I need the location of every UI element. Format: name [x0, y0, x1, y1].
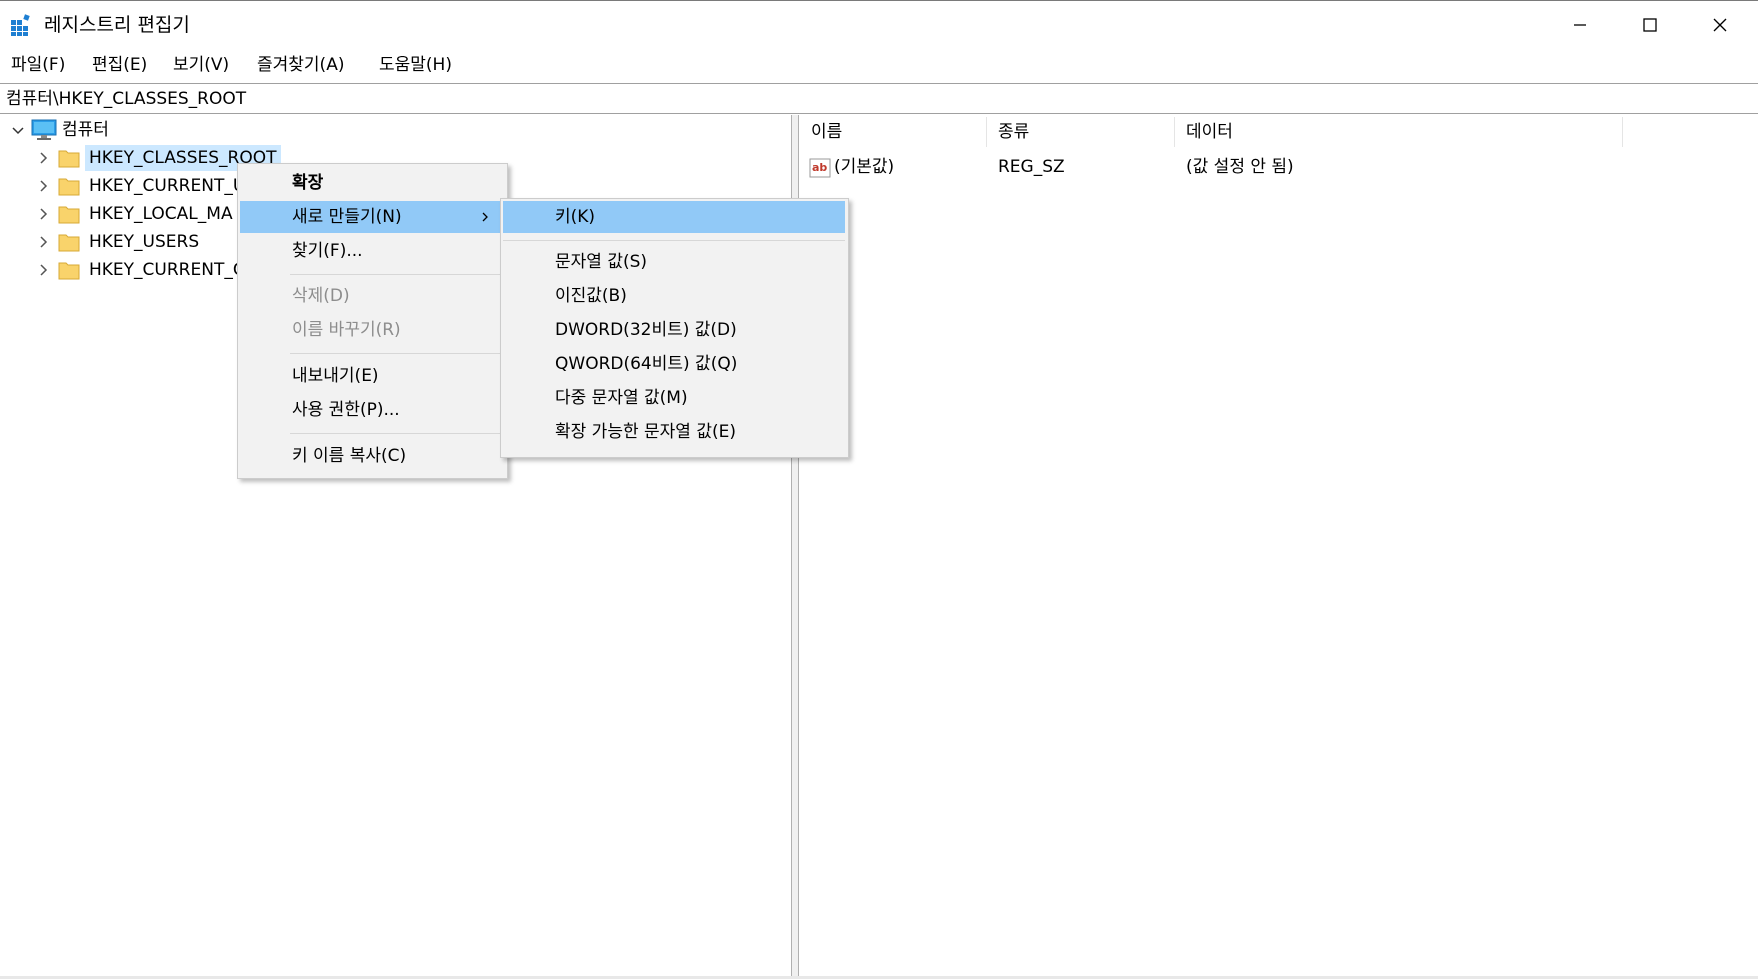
column-header-type[interactable]: 종류: [987, 117, 1175, 147]
menu-item-copy-key-name[interactable]: 키 이름 복사(C): [240, 440, 505, 472]
folder-icon: [58, 178, 80, 196]
chevron-down-icon[interactable]: [10, 122, 26, 138]
menu-item-qword-value[interactable]: QWORD(64비트) 값(Q): [503, 348, 845, 380]
menu-favorites[interactable]: 즐겨찾기(A): [254, 52, 347, 78]
column-header-data[interactable]: 데이터: [1175, 117, 1623, 147]
value-list-pane[interactable]: 이름 종류 데이터 ab (기본값) REG_SZ (값 설정 안 됨): [800, 115, 1758, 979]
maximize-icon: [1643, 18, 1657, 32]
registry-editor-window: 레지스트리 편집기 파일(F) 편집(E) 보기(V) 즐겨찾기(A) 도움말(…: [0, 0, 1758, 979]
title-bar[interactable]: 레지스트리 편집기: [0, 1, 1758, 49]
value-type: REG_SZ: [998, 157, 1065, 177]
menu-view[interactable]: 보기(V): [170, 52, 232, 78]
address-bar[interactable]: 컴퓨터\HKEY_CLASSES_ROOT: [0, 83, 1758, 114]
chevron-right-icon[interactable]: [35, 234, 51, 250]
svg-text:ab: ab: [812, 161, 827, 174]
tree-item-computer[interactable]: 컴퓨터: [0, 116, 780, 144]
value-name: (기본값): [834, 157, 895, 177]
menu-item-expandable-string-value[interactable]: 확장 가능한 문자열 값(E): [503, 416, 845, 448]
menu-item-permissions[interactable]: 사용 권한(P)...: [240, 394, 505, 426]
tree-label: HKEY_LOCAL_MA: [89, 204, 233, 224]
tree-label-computer: 컴퓨터: [62, 120, 109, 140]
new-submenu: 키(K) 문자열 값(S) 이진값(B) DWORD(32비트) 값(D) QW…: [500, 198, 849, 458]
menu-item-rename[interactable]: 이름 바꾸기(R): [240, 314, 505, 346]
menu-item-expand[interactable]: 확장: [240, 167, 505, 199]
menu-item-export[interactable]: 내보내기(E): [240, 360, 505, 392]
menu-item-binary-value[interactable]: 이진값(B): [503, 280, 845, 312]
chevron-right-icon[interactable]: [35, 178, 51, 194]
menu-item-new-label: 새로 만들기(N): [292, 207, 402, 227]
menu-help[interactable]: 도움말(H): [376, 52, 455, 78]
folder-icon: [58, 206, 80, 224]
maximize-button[interactable]: [1615, 1, 1685, 49]
menu-edit[interactable]: 편집(E): [89, 52, 150, 78]
chevron-right-icon[interactable]: [35, 262, 51, 278]
menu-item-delete[interactable]: 삭제(D): [240, 280, 505, 312]
close-button[interactable]: [1685, 1, 1755, 49]
address-path[interactable]: 컴퓨터\HKEY_CLASSES_ROOT: [6, 87, 246, 111]
value-data: (값 설정 안 됨): [1186, 157, 1294, 177]
folder-icon: [58, 234, 80, 252]
column-header-name[interactable]: 이름: [800, 117, 987, 147]
window-title: 레지스트리 편집기: [44, 14, 190, 36]
menu-item-new-key[interactable]: 키(K): [503, 201, 845, 233]
chevron-right-icon[interactable]: [35, 206, 51, 222]
menu-item-new[interactable]: 새로 만들기(N): [240, 201, 505, 233]
menu-item-find[interactable]: 찾기(F)...: [240, 235, 505, 267]
folder-icon: [58, 262, 80, 280]
menu-separator: [503, 240, 845, 241]
context-menu: 확장 새로 만들기(N) 찾기(F)... 삭제(D) 이름 바꾸기(R) 내보…: [237, 163, 508, 479]
folder-icon: [58, 150, 80, 168]
menu-separator: [290, 353, 502, 354]
menu-separator: [290, 274, 502, 275]
chevron-right-icon[interactable]: [35, 150, 51, 166]
chevron-right-icon: [482, 212, 488, 222]
registry-editor-icon: [11, 14, 30, 36]
computer-icon: [31, 119, 57, 140]
tree-label: HKEY_CURRENT_U: [89, 176, 246, 196]
minimize-button[interactable]: [1545, 1, 1615, 49]
menu-item-multi-string-value[interactable]: 다중 문자열 값(M): [503, 382, 845, 414]
menu-item-dword-value[interactable]: DWORD(32비트) 값(D): [503, 314, 845, 346]
menu-item-string-value[interactable]: 문자열 값(S): [503, 246, 845, 278]
minimize-icon: [1574, 24, 1586, 26]
tree-label: HKEY_CURRENT_C: [89, 260, 245, 280]
menu-file[interactable]: 파일(F): [8, 52, 68, 78]
tree-label: HKEY_USERS: [89, 232, 200, 252]
string-value-icon: ab: [809, 158, 831, 178]
menu-bar: 파일(F) 편집(E) 보기(V) 즐겨찾기(A) 도움말(H): [0, 49, 1758, 81]
close-icon: [1713, 18, 1727, 32]
menu-separator: [290, 433, 502, 434]
list-item[interactable]: ab (기본값) REG_SZ (값 설정 안 됨): [800, 153, 1758, 181]
